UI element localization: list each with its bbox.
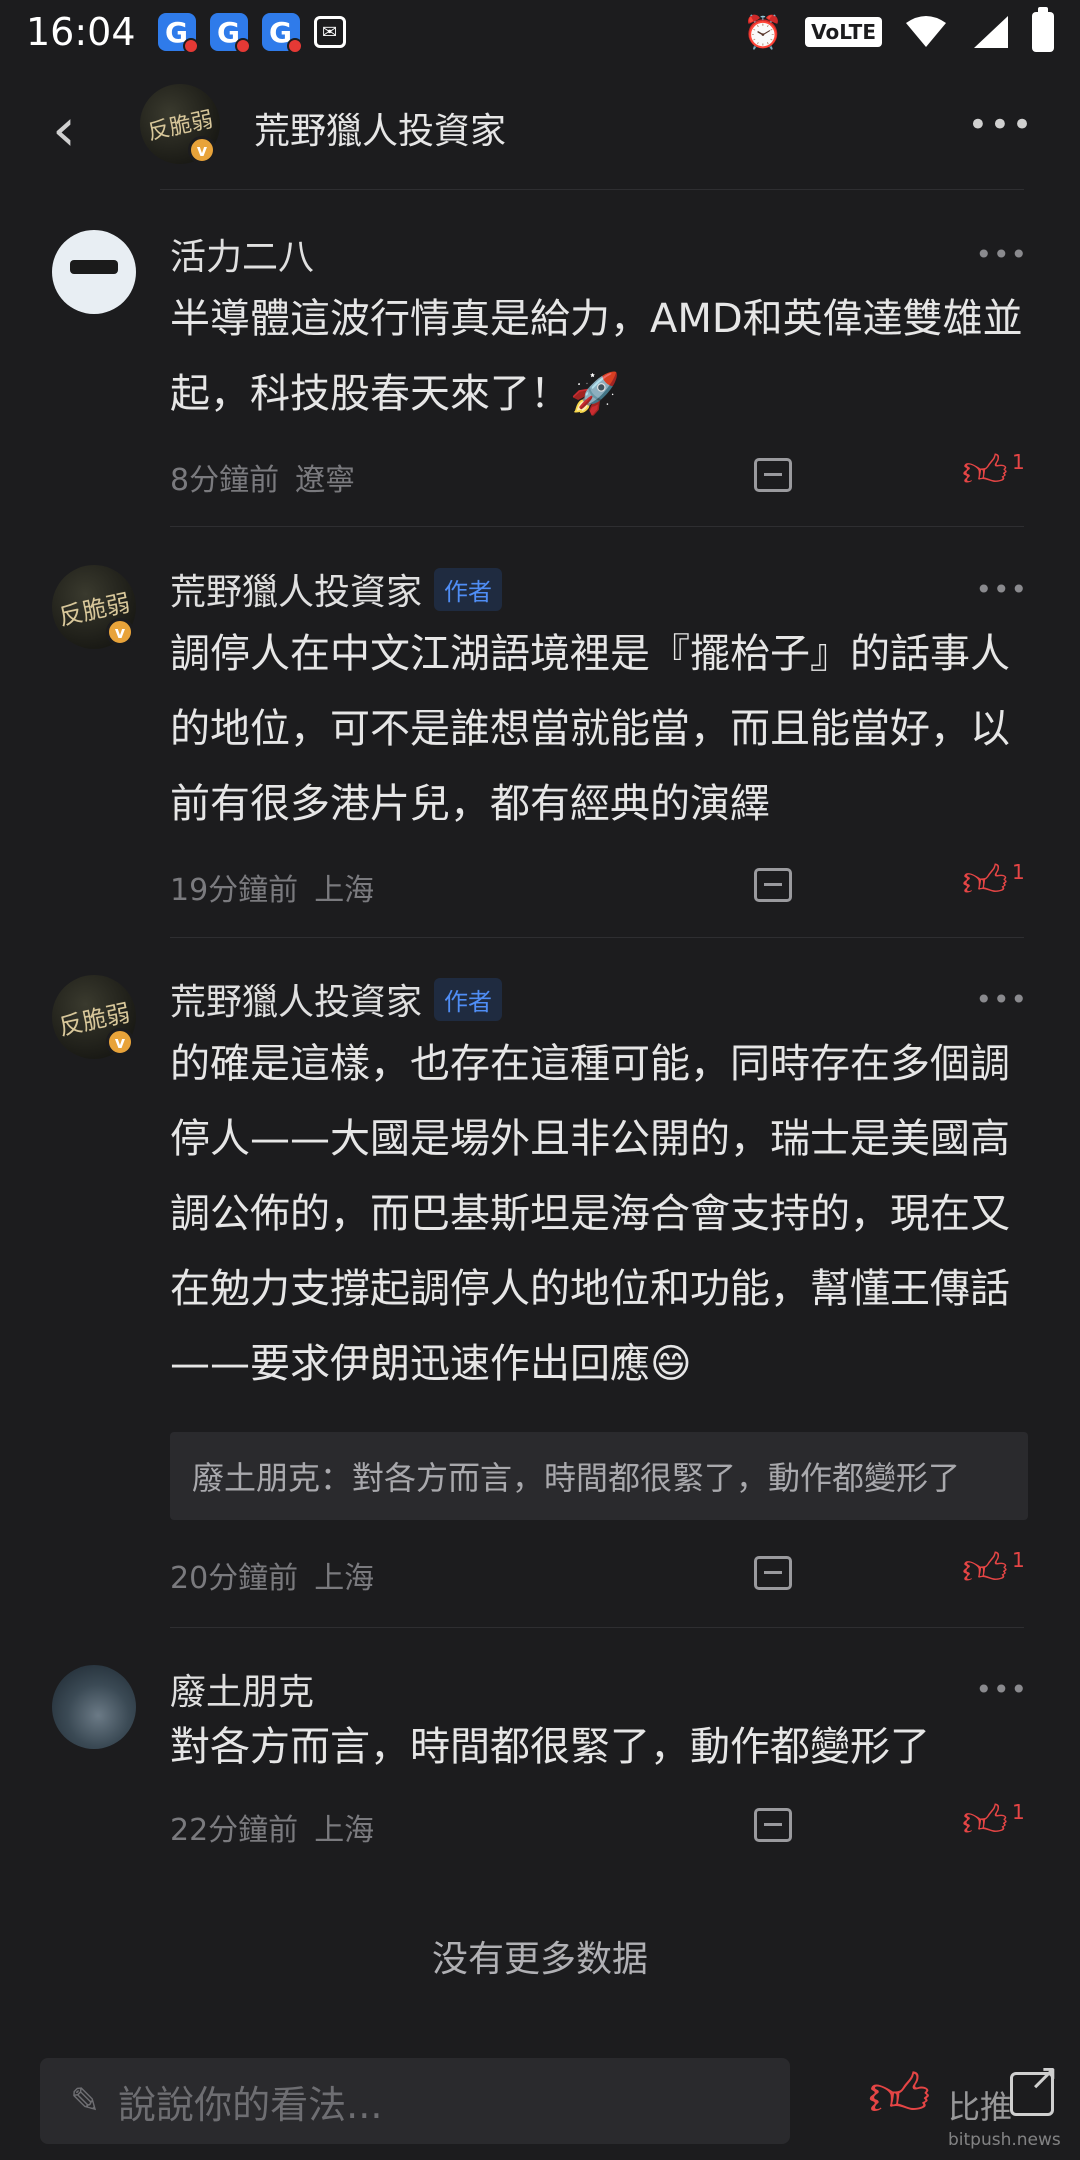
author-name: 廢土朋克: [170, 1672, 315, 1713]
reply-icon[interactable]: [754, 458, 792, 492]
more-icon[interactable]: •••: [968, 108, 1034, 142]
comment-meta: 19分鐘前 上海: [170, 865, 374, 909]
comment-input[interactable]: ✎ 說說你的看法...: [40, 2058, 790, 2144]
comment-author[interactable]: 荒野獵人投資家 作者: [170, 563, 503, 615]
like-count: 1: [1011, 1548, 1025, 1572]
status-time: 16:04: [26, 10, 136, 54]
divider: [160, 189, 1024, 190]
header: ‹ 反脆弱 v 荒野獵人投資家 •••: [0, 64, 1080, 189]
comment-text: 調停人在中文江湖語境裡是『擺枱子』的話事人的地位，可不是誰想當就能當，而且能當好…: [170, 631, 1010, 827]
comment-time: 20分鐘前: [170, 1561, 299, 1596]
comment-location: 上海: [314, 873, 375, 908]
watermark: 比推: [948, 2088, 1013, 2126]
app-notification-icon: G: [209, 13, 251, 54]
reply-icon[interactable]: [754, 1556, 792, 1590]
comment-meta: 22分鐘前 上海: [170, 1805, 374, 1849]
app-notification-icon: G: [261, 13, 303, 54]
comment-meta: 8分鐘前 遼寧: [170, 455, 355, 499]
like-button[interactable]: 👍︎ 1: [962, 1548, 1025, 1592]
comment-author[interactable]: 荒野獵人投資家 作者: [170, 973, 503, 1025]
avatar[interactable]: [52, 1665, 136, 1749]
author-tag: 作者: [434, 567, 503, 611]
more-icon[interactable]: •••: [975, 573, 1028, 606]
comment-time: 22分鐘前: [170, 1813, 299, 1848]
more-icon[interactable]: •••: [975, 238, 1028, 271]
volte-badge: VoLTE: [805, 17, 882, 47]
comment-text: 的確是這樣，也存在這種可能，同時存在多個調停人——大國是場外且非公開的，瑞士是美…: [170, 1041, 1010, 1387]
comment-location: 上海: [314, 1813, 375, 1848]
pencil-icon: ✎: [70, 2080, 101, 2122]
like-button[interactable]: 👍︎ 1: [962, 860, 1025, 904]
thumbs-up-icon[interactable]: 👍︎: [868, 2066, 931, 2126]
comment-author[interactable]: 廢土朋克: [170, 1663, 314, 1715]
comment-time: 19分鐘前: [170, 873, 299, 908]
like-count: 1: [1011, 860, 1025, 884]
avatar[interactable]: [52, 230, 136, 314]
author-name: 荒野獵人投資家: [170, 572, 423, 613]
bottom-bar: ✎ 說說你的看法... 👍︎ 比推 bitpush.news: [0, 2052, 1080, 2160]
thumbs-up-icon: 👍︎: [962, 856, 1008, 907]
verified-badge-icon: v: [106, 618, 134, 646]
app-notification-icon: G: [157, 13, 199, 54]
thumbs-up-icon: 👍︎: [962, 1796, 1008, 1847]
divider: [170, 937, 1024, 938]
comment-location: 上海: [314, 1561, 375, 1596]
comment-text: 半導體這波行情真是給力，AMD和英偉達雙雄並起，科技股春天來了！🚀: [170, 296, 1023, 417]
author-tag: 作者: [434, 977, 503, 1021]
alarm-icon: ⏰: [743, 13, 784, 51]
watermark-sub: bitpush.news: [948, 2130, 1061, 2150]
like-button[interactable]: 👍︎ 1: [962, 450, 1025, 494]
thumbs-up-icon: 👍︎: [962, 1544, 1008, 1595]
no-more-data-label: 没有更多数据: [431, 1939, 648, 1980]
verified-badge-icon: v: [188, 136, 216, 164]
signal-icon: [974, 16, 1008, 48]
reply-icon[interactable]: [754, 1808, 792, 1842]
status-bar: 16:04 G G G ✉ ⏰ VoLTE: [0, 0, 1080, 64]
comment-input-placeholder: 說說你的看法...: [118, 2082, 383, 2127]
quoted-reply[interactable]: 廢土朋克：對各方而言，時間都很緊了，動作都變形了: [170, 1432, 1028, 1520]
comment-time: 8分鐘前: [170, 463, 280, 498]
screen: 16:04 G G G ✉ ⏰ VoLTE ‹ 反脆弱 v 荒野獵人投資家 ••…: [0, 0, 1080, 2160]
reply-icon[interactable]: [754, 868, 792, 902]
thumbs-up-icon: 👍︎: [962, 446, 1008, 497]
back-arrow-icon[interactable]: ‹: [52, 100, 76, 160]
more-icon[interactable]: •••: [975, 1673, 1028, 1706]
comment-author[interactable]: 活力二八: [170, 228, 314, 280]
like-count: 1: [1011, 1800, 1025, 1824]
like-button[interactable]: 👍︎ 1: [962, 1800, 1025, 1844]
battery-icon: [1032, 7, 1054, 52]
verified-badge-icon: v: [106, 1028, 134, 1056]
status-icons: ⏰ VoLTE: [743, 7, 1054, 52]
wifi-icon: [906, 16, 946, 47]
author-name: 荒野獵人投資家: [170, 982, 423, 1023]
sunglasses-icon: [70, 260, 118, 274]
divider: [170, 526, 1024, 527]
share-icon[interactable]: [1010, 2057, 1059, 2116]
comment-location: 遼寧: [295, 463, 356, 498]
more-icon[interactable]: •••: [975, 983, 1028, 1016]
like-count: 1: [1011, 450, 1025, 474]
divider: [170, 1627, 1024, 1628]
author-name: 活力二八: [170, 237, 315, 278]
page-title: 荒野獵人投資家: [254, 111, 507, 152]
comment-text: 對各方而言，時間都很緊了，動作都變形了: [170, 1724, 930, 1770]
comment-meta: 20分鐘前 上海: [170, 1553, 374, 1597]
mail-icon: ✉: [313, 16, 346, 48]
